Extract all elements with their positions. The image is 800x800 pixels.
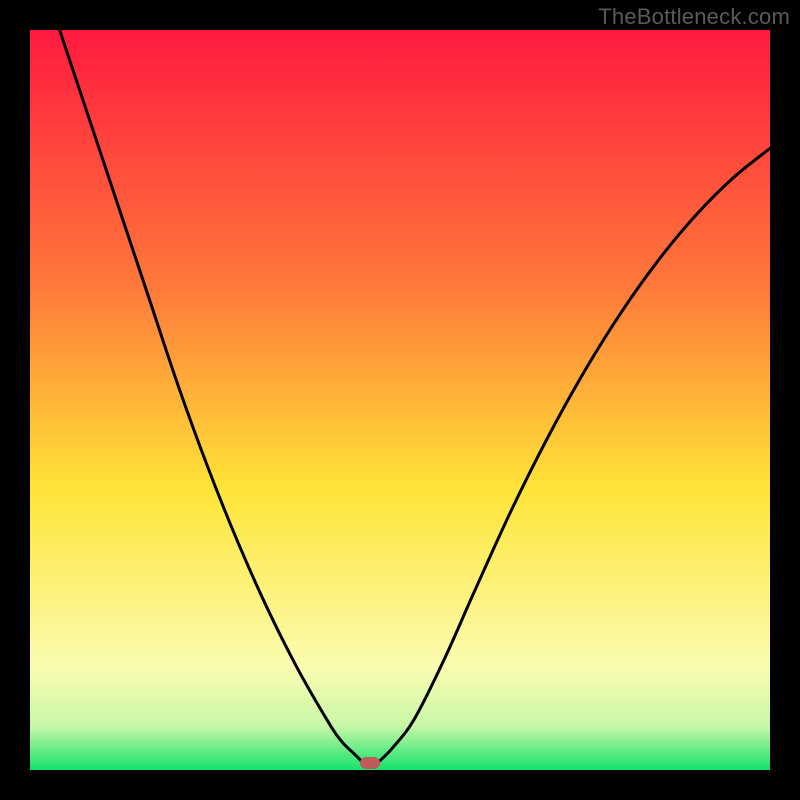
watermark-text: TheBottleneck.com [598,4,790,30]
plot-area [30,30,770,770]
minimum-marker [360,757,380,769]
bottleneck-curve [30,30,770,770]
chart-frame: TheBottleneck.com [0,0,800,800]
